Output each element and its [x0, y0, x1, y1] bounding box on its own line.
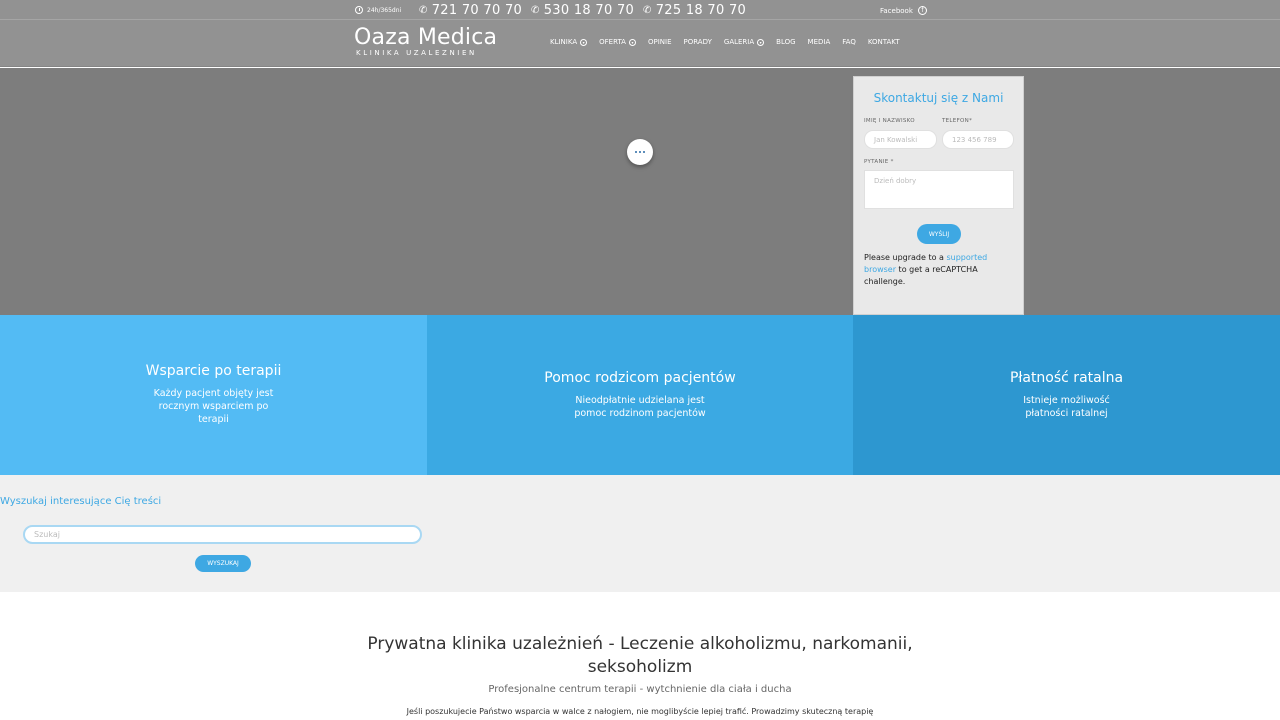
nav-item-faq[interactable]: FAQ [842, 38, 856, 46]
facebook-link[interactable]: Facebook f [880, 6, 927, 15]
nav-label: KLINIKA [550, 38, 578, 46]
feature-text: Nieodpłatnie udzielana jest pomoc rodzin… [574, 395, 706, 419]
page-subtitle: Profesjonalne centrum terapii - wytchnie… [488, 684, 792, 695]
phone-icon: ✆ [419, 5, 428, 16]
nav-item-porady[interactable]: PORADY [684, 38, 712, 46]
nav-label: MEDIA [807, 38, 831, 46]
phone-number: 530 18 70 70 [543, 3, 635, 18]
nav-label: OPINIE [647, 38, 672, 46]
search-title: Wyszukaj interesujące Cię treści [0, 496, 162, 507]
main-nav: KLINIKA ▾ OFERTA ▾ OPINIE PORADY GALERIA… [550, 38, 900, 46]
feature-support-after-therapy: Wsparcie po terapii Każdy pacjent objęty… [0, 315, 427, 475]
recaptcha-text: Please upgrade to a [864, 253, 947, 262]
top-bar: 24h/365dni ✆ 721 70 70 70 ✆ 530 18 70 70… [0, 0, 1280, 20]
chevron-down-icon: ▾ [628, 38, 636, 46]
feature-help-for-parents: Pomoc rodzicom pacjentów Nieodpłatnie ud… [427, 315, 853, 475]
nav-item-galeria[interactable]: GALERIA ▾ [723, 38, 765, 46]
nav-item-kontakt[interactable]: KONTAKT [868, 38, 900, 46]
opening-hours-text: 24h/365dni [367, 6, 402, 14]
send-button[interactable]: WYŚLIJ [917, 224, 961, 244]
feature-title: Pomoc rodzicom pacjentów [544, 370, 736, 386]
clock-icon [355, 6, 363, 14]
nav-item-klinika[interactable]: KLINIKA ▾ [550, 38, 588, 46]
feature-text: Istnieje możliwość płatności ratalnej [1023, 395, 1110, 419]
feature-installment-payment: Płatność ratalna Istnieje możliwość płat… [853, 315, 1280, 475]
phone-label: TELEFON* [942, 118, 973, 124]
chevron-down-icon: ▾ [757, 38, 765, 46]
question-label: PYTANIE * [864, 159, 894, 165]
feature-text: Każdy pacjent objęty jest rocznym wsparc… [153, 388, 274, 425]
contact-form: Skontaktuj się z Nami IMIĘ I NAZWISKO TE… [853, 76, 1024, 315]
phone-icon: ✆ [531, 5, 540, 16]
question-textarea[interactable]: Dzień dobry [864, 170, 1014, 209]
phone-input[interactable]: 123 456 789 [942, 130, 1014, 149]
nav-item-blog[interactable]: BLOG [776, 38, 795, 46]
phone-number: 725 18 70 70 [655, 3, 747, 18]
nav-label: KONTAKT [867, 38, 900, 46]
facebook-label: Facebook [880, 6, 913, 15]
nav-item-oferta[interactable]: OFERTA ▾ [599, 38, 636, 46]
logo-subtitle: KLINIKA UZALEZNIEN [356, 49, 477, 57]
search-button[interactable]: WYSZUKAJ [195, 555, 251, 572]
phone-link-2[interactable]: ✆ 530 18 70 70 [531, 3, 634, 18]
loading-spinner-icon [627, 139, 653, 165]
page-intro-text: Jeśli poszukujecie Państwo wsparcia w wa… [406, 707, 874, 716]
phone-link-3[interactable]: ✆ 725 18 70 70 [643, 3, 746, 18]
chevron-down-icon: ▾ [580, 38, 588, 46]
nav-item-opinie[interactable]: OPINIE [648, 38, 672, 46]
recaptcha-notice: Please upgrade to a supported browser to… [864, 252, 1004, 288]
facebook-icon: f [917, 6, 927, 15]
nav-label: OFERTA [599, 38, 626, 46]
search-section: Wyszukaj interesujące Cię treści Szukaj … [0, 475, 1280, 592]
phone-link-1[interactable]: ✆ 721 70 70 70 [419, 3, 522, 18]
nav-label: PORADY [683, 38, 712, 46]
nav-item-media[interactable]: MEDIA [808, 38, 831, 46]
nav-label: GALERIA [723, 38, 755, 46]
phone-number: 721 70 70 70 [431, 3, 523, 18]
nav-label: FAQ [842, 38, 856, 46]
site-header: Oaza Medica KLINIKA UZALEZNIEN KLINIKA ▾… [0, 20, 1280, 67]
contact-form-title: Skontaktuj się z Nami [873, 91, 1004, 105]
hero-slider [0, 68, 1280, 315]
feature-title: Płatność ratalna [1009, 370, 1124, 386]
feature-title: Wsparcie po terapii [145, 363, 282, 379]
opening-hours: 24h/365dni [355, 6, 401, 14]
logo-title: Oaza Medica [354, 25, 498, 50]
phone-icon: ✆ [643, 5, 652, 16]
nav-label: BLOG [776, 38, 796, 46]
page-title: Prywatna klinika uzależnień - Leczenie a… [367, 634, 913, 677]
search-input[interactable]: Szukaj [23, 525, 422, 544]
name-label: IMIĘ I NAZWISKO [864, 118, 915, 124]
name-input[interactable]: Jan Kowalski [864, 130, 937, 149]
